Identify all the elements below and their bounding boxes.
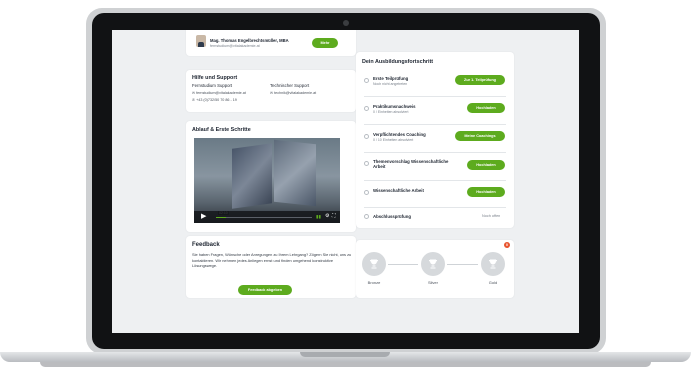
progress-step: Verpflichtendes Coaching 0 / 10 Einheite…	[356, 131, 514, 152]
step-check-icon	[364, 134, 369, 139]
volume-icon[interactable]: ▮▮	[316, 214, 321, 220]
feedback-card: Feedback Sie haben Fragen, Wünsche oder …	[186, 236, 356, 298]
settings-icon[interactable]: ⚙	[325, 213, 329, 219]
step-action-button[interactable]: Meine Coachings	[455, 131, 505, 141]
step-action-button[interactable]: Hochladen	[467, 187, 505, 197]
progress-step: Abschlussprüfung Noch offen	[356, 214, 514, 226]
notification-badge: 0	[504, 242, 510, 248]
step-sub: Noch nicht angetreten	[373, 82, 408, 86]
more-button[interactable]: Mehr	[312, 38, 338, 48]
laptop-shadow	[40, 362, 651, 367]
video-progress[interactable]	[216, 216, 312, 218]
fullscreen-icon[interactable]: ⛶	[332, 213, 336, 219]
step-action-button[interactable]: Hochladen	[467, 160, 505, 170]
video-title: Ablauf & Erste Schritte	[192, 127, 251, 133]
step-check-icon	[364, 161, 369, 166]
support-col1-email[interactable]: ✉ fernstudium@vitalakademie.at	[192, 91, 246, 95]
step-action-button[interactable]: Zur 1. Teilprüfung	[455, 75, 505, 85]
support-card: Hilfe und Support Fernstudium Support ✉ …	[186, 70, 356, 112]
divider	[364, 124, 506, 125]
laptop-mockup: Mag. Thomas Engelbrechtsmüller, MBA fern…	[0, 0, 691, 371]
step-check-icon	[364, 78, 369, 83]
video-progress-fill	[216, 216, 226, 218]
contact-email[interactable]: fernstudium@vitalakademie.at	[210, 44, 260, 48]
awards-card: 0 Bronze Silver Gold	[356, 240, 514, 298]
video-card: Ablauf & Erste Schritte 02:10 ▶ ▮▮ ⚙ ⛶	[186, 121, 356, 232]
step-check-icon	[364, 214, 369, 219]
support-title: Hilfe und Support	[192, 75, 238, 81]
divider	[364, 207, 506, 208]
camera-icon	[343, 20, 349, 26]
support-col1-phone[interactable]: ✆ +43 (0)732/50 70 86 - 19	[192, 98, 237, 102]
step-check-icon	[364, 106, 369, 111]
progress-step: Themenvorschlag Wissenschaftliche Arbeit…	[356, 159, 514, 181]
support-col2-email[interactable]: ✉ technik@vitalakademie.at	[270, 91, 316, 95]
video-player[interactable]: 02:10 ▶ ▮▮ ⚙ ⛶	[194, 138, 340, 223]
video-controls: ▶ ▮▮ ⚙ ⛶	[194, 211, 340, 223]
step-sub: 0 / Einheiten absolviert	[373, 110, 409, 114]
play-icon[interactable]: ▶	[201, 213, 206, 221]
divider	[364, 152, 506, 153]
contact-card: Mag. Thomas Engelbrechtsmüller, MBA fern…	[186, 30, 356, 56]
support-col2-email-text: technik@vitalakademie.at	[274, 91, 317, 95]
step-sub: 0 / 10 Einheiten absolviert	[373, 138, 414, 142]
avatar	[196, 35, 206, 47]
support-col1-email-text: fernstudium@vitalakademie.at	[196, 91, 246, 95]
support-col1-heading: Fernstudium Support	[192, 83, 233, 88]
divider	[364, 96, 506, 97]
trophy-icon	[481, 252, 505, 276]
step-title: Praktikumsnachweis	[373, 104, 416, 109]
feedback-button[interactable]: Feedback abgeben	[238, 285, 292, 295]
progress-title: Dein Ausbildungsfortschritt	[362, 59, 434, 65]
laptop-notch	[300, 352, 390, 357]
progress-step: Erste Teilprüfung Noch nicht angetreten …	[356, 75, 514, 96]
video-frame	[274, 139, 316, 207]
feedback-text: Sie haben Fragen, Wünsche oder Anregunge…	[192, 252, 352, 269]
award-label-gold: Gold	[488, 280, 498, 285]
progress-card: Dein Ausbildungsfortschritt Erste Teilpr…	[356, 52, 514, 228]
divider	[364, 180, 506, 181]
award-label-silver: Silver	[427, 280, 438, 285]
screen: Mag. Thomas Engelbrechtsmüller, MBA fern…	[112, 30, 579, 333]
connector-line	[388, 264, 418, 265]
step-check-icon	[364, 190, 369, 195]
step-action-button[interactable]: Hochladen	[467, 103, 505, 113]
feedback-title: Feedback	[192, 242, 220, 248]
step-title: Themenvorschlag Wissenschaftliche Arbeit	[373, 159, 449, 169]
step-title: Abschlussprüfung	[373, 214, 411, 219]
step-title: Verpflichtendes Coaching	[373, 132, 426, 137]
progress-step: Wissenschaftliche Arbeit Hochladen	[356, 187, 514, 206]
progress-step: Praktikumsnachweis 0 / Einheiten absolvi…	[356, 103, 514, 124]
video-frame	[232, 143, 272, 209]
support-col2-heading: Technischer Support	[270, 83, 310, 88]
contact-name: Mag. Thomas Engelbrechtsmüller, MBA	[210, 38, 289, 43]
step-status: Noch offen	[482, 214, 501, 218]
step-title: Erste Teilprüfung	[373, 76, 409, 81]
support-col1-phone-text: +43 (0)732/50 70 86 - 19	[196, 98, 237, 102]
step-title: Wissenschaftliche Arbeit	[373, 188, 424, 193]
trophy-icon	[362, 252, 386, 276]
trophy-icon	[421, 252, 445, 276]
award-label-bronze: Bronze	[367, 280, 381, 285]
connector-line	[447, 264, 478, 265]
